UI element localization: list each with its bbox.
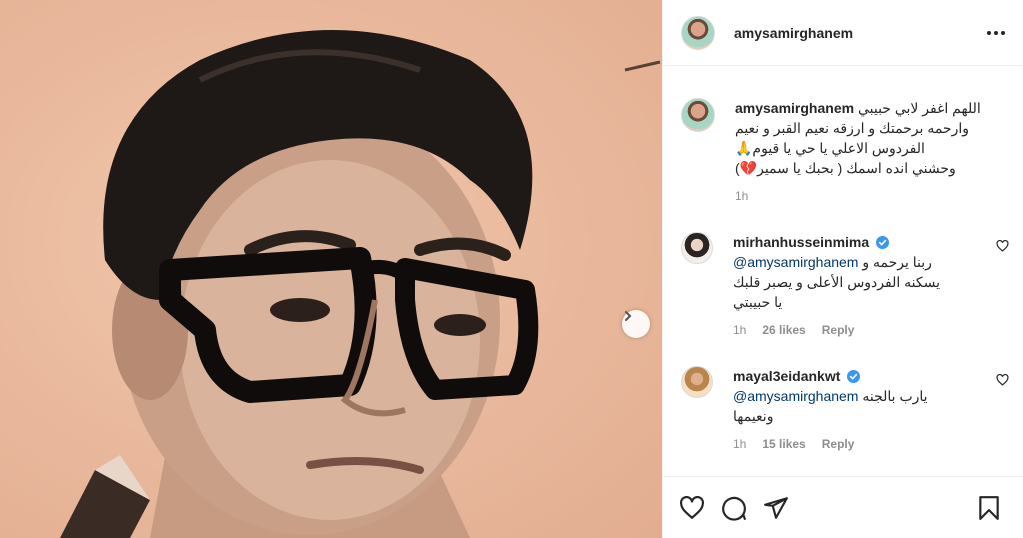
- reply-button[interactable]: Reply: [822, 320, 855, 340]
- post-header: amysamirghanem: [663, 0, 1023, 66]
- comment-text: يسكنه الفردوس الأعلى و يصبر قلبك: [733, 274, 940, 290]
- heart-icon[interactable]: [996, 374, 1009, 386]
- header-username[interactable]: amysamirghanem: [734, 25, 853, 41]
- comment-likes[interactable]: 15 likes: [762, 434, 805, 454]
- avatar[interactable]: [681, 98, 715, 132]
- post-photo[interactable]: [0, 0, 662, 538]
- comment-text: ربنا يرحمه و: [862, 254, 932, 270]
- verified-icon: [847, 370, 861, 383]
- comment-time[interactable]: 1h: [733, 434, 746, 454]
- caption: amysamirghanem اللهم اغفر لابي حبيبي وار…: [681, 98, 1009, 206]
- comment-mention[interactable]: @amysamirghanem: [733, 254, 858, 270]
- caption-time[interactable]: 1h: [735, 186, 748, 206]
- action-bar: [663, 476, 1023, 538]
- caption-line: وارحمه برحمتك و ارزقه نعيم القبر و نعيم: [735, 120, 969, 136]
- caption-line: اللهم اغفر لابي حبيبي: [857, 100, 981, 116]
- comment-mention[interactable]: @amysamirghanem: [733, 388, 858, 404]
- comment-text: يا حبيبتي: [733, 294, 783, 310]
- verified-icon: [876, 236, 890, 249]
- share-button[interactable]: [763, 495, 789, 521]
- comment-text: ونعيمها: [733, 408, 774, 424]
- caption-line: الفردوس الاعلي يا حي يا قيوم🙏: [735, 140, 925, 156]
- comment-button[interactable]: [721, 495, 747, 521]
- more-options-button[interactable]: [985, 25, 1007, 41]
- avatar[interactable]: [681, 366, 713, 398]
- heart-icon: [680, 495, 704, 519]
- comment-likes[interactable]: 26 likes: [762, 320, 805, 340]
- portrait-illustration: [60, 30, 661, 538]
- comment-icon: [722, 496, 746, 521]
- heart-icon[interactable]: [996, 240, 1009, 252]
- comment-item: mirhanhusseinmima @amysamirghanem ربنا ي…: [681, 232, 1009, 340]
- comments-list: amysamirghanem اللهم اغفر لابي حبيبي وار…: [663, 66, 1023, 476]
- reply-button[interactable]: Reply: [822, 434, 855, 454]
- caption-line: وحشني انده اسمك ( بحبك يا سمير💔): [735, 160, 956, 176]
- comment-username[interactable]: mayal3eidankwt: [733, 368, 840, 384]
- carousel-next-button[interactable]: [622, 310, 650, 338]
- comment-item: mayal3eidankwt @amysamirghanem يارب بالج…: [681, 366, 1009, 454]
- chevron-right-icon: [625, 311, 632, 321]
- comment-username[interactable]: mirhanhusseinmima: [733, 234, 869, 250]
- like-button[interactable]: [679, 495, 705, 520]
- post-sidebar: amysamirghanem amysamirghanem اللهم اغفر…: [662, 0, 1023, 538]
- share-icon: [764, 496, 788, 519]
- save-button[interactable]: [977, 495, 1001, 521]
- comment-time[interactable]: 1h: [733, 320, 746, 340]
- caption-username[interactable]: amysamirghanem: [735, 100, 854, 116]
- comment-text: يارب بالجنه: [862, 388, 928, 404]
- more-icon: [987, 30, 991, 35]
- avatar[interactable]: [681, 232, 713, 264]
- bookmark-icon: [979, 495, 999, 520]
- avatar[interactable]: [681, 15, 715, 50]
